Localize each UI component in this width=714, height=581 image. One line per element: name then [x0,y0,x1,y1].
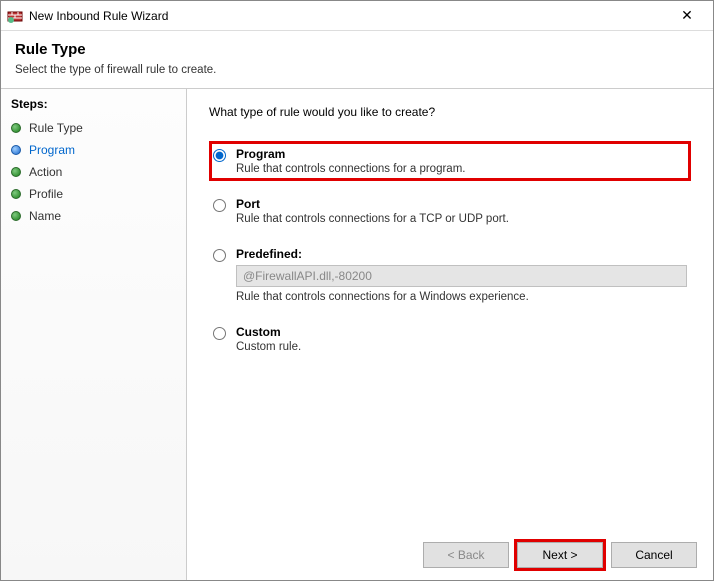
steps-heading: Steps: [11,97,178,111]
firewall-icon [7,8,23,24]
step-bullet-icon [11,167,21,177]
option-port-label: Port [236,197,687,211]
rule-type-options: Program Rule that controls connections f… [209,141,691,359]
wizard-footer: < Back Next > Cancel [423,542,697,568]
step-label: Rule Type [29,121,83,135]
wizard-header: Rule Type Select the type of firewall ru… [1,31,713,88]
back-button[interactable]: < Back [423,542,509,568]
radio-custom[interactable] [213,327,226,340]
steps-sidebar: Steps: Rule Type Program Action Profile … [1,89,187,580]
option-program-desc: Rule that controls connections for a pro… [236,163,687,175]
radio-predefined[interactable] [213,249,226,262]
step-profile[interactable]: Profile [9,183,178,205]
radio-port[interactable] [213,199,226,212]
close-button[interactable]: ✕ [667,2,707,30]
option-custom[interactable]: Custom Custom rule. [209,319,691,359]
content-prompt: What type of rule would you like to crea… [209,105,691,119]
step-bullet-icon [11,211,21,221]
wizard-window: New Inbound Rule Wizard ✕ Rule Type Sele… [0,0,714,581]
step-bullet-icon [11,123,21,133]
step-bullet-icon [11,145,21,155]
step-action[interactable]: Action [9,161,178,183]
option-custom-desc: Custom rule. [236,341,687,353]
option-port[interactable]: Port Rule that controls connections for … [209,191,691,231]
cancel-button[interactable]: Cancel [611,542,697,568]
option-predefined-desc: Rule that controls connections for a Win… [236,291,687,303]
option-predefined[interactable]: Predefined: @FirewallAPI.dll,-80200 Rule… [209,241,691,309]
option-custom-label: Custom [236,325,687,339]
step-rule-type[interactable]: Rule Type [9,117,178,139]
page-subtitle: Select the type of firewall rule to crea… [15,64,699,76]
page-title: Rule Type [15,41,699,58]
step-bullet-icon [11,189,21,199]
option-predefined-label: Predefined: [236,247,687,261]
predefined-select[interactable]: @FirewallAPI.dll,-80200 [236,265,687,287]
step-label: Name [29,209,61,223]
wizard-body: Steps: Rule Type Program Action Profile … [1,88,713,580]
step-label: Action [29,165,62,179]
next-button[interactable]: Next > [517,542,603,568]
window-title: New Inbound Rule Wizard [29,9,667,23]
option-program-label: Program [236,147,687,161]
wizard-content: What type of rule would you like to crea… [187,89,713,580]
radio-program[interactable] [213,149,226,162]
step-label: Program [29,143,75,157]
step-label: Profile [29,187,63,201]
titlebar: New Inbound Rule Wizard ✕ [1,1,713,31]
step-name[interactable]: Name [9,205,178,227]
step-program[interactable]: Program [9,139,178,161]
option-port-desc: Rule that controls connections for a TCP… [236,213,687,225]
option-program[interactable]: Program Rule that controls connections f… [209,141,691,181]
